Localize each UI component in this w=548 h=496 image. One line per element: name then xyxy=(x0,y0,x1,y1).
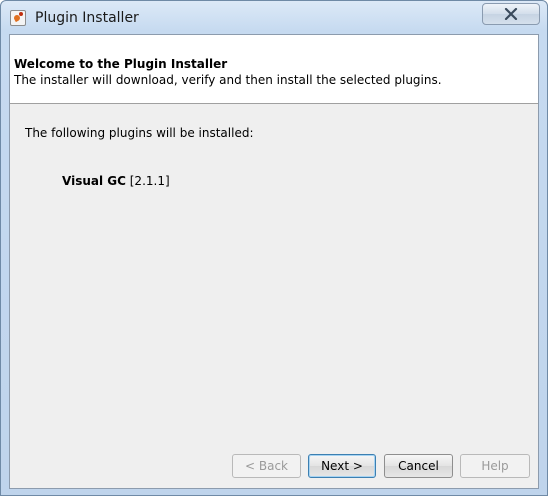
plugin-installer-window: Plugin Installer Welcome to the Plugin I… xyxy=(0,0,548,496)
close-icon xyxy=(504,8,518,20)
plugins-intro-text: The following plugins will be installed: xyxy=(25,126,254,140)
back-button[interactable]: < Back xyxy=(232,454,301,478)
installer-header: Welcome to the Plugin Installer The inst… xyxy=(10,35,538,104)
next-button[interactable]: Next > xyxy=(308,454,376,478)
plugin-version: [2.1.1] xyxy=(129,174,170,188)
help-button[interactable]: Help xyxy=(460,454,530,478)
title-bar[interactable]: Plugin Installer xyxy=(1,1,547,35)
header-description: The installer will download, verify and … xyxy=(14,73,442,87)
plugin-installer-icon xyxy=(10,10,26,26)
window-title: Plugin Installer xyxy=(35,10,139,26)
plugin-list-item: Visual GC [2.1.1] xyxy=(62,174,170,188)
close-button[interactable] xyxy=(482,3,540,25)
installer-panel: Welcome to the Plugin Installer The inst… xyxy=(9,34,539,489)
cancel-button[interactable]: Cancel xyxy=(384,454,453,478)
header-title: Welcome to the Plugin Installer xyxy=(14,57,228,71)
plugin-name: Visual GC xyxy=(62,174,126,188)
